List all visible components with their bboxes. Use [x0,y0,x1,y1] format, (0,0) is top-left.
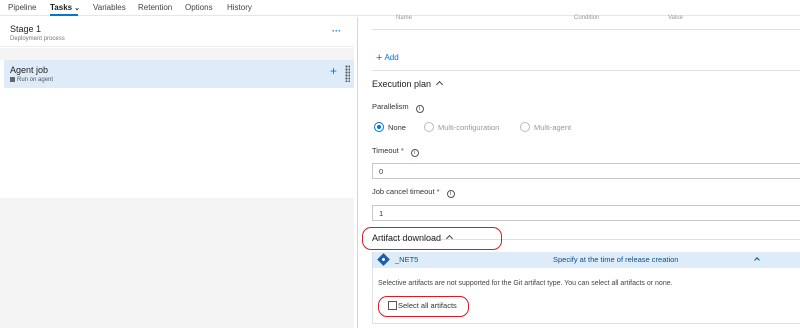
artifact-row[interactable]: _NET5 Specify at the time of release cre… [372,252,800,268]
left-pane-footer [0,198,354,328]
add-button[interactable]: + Add [376,52,399,64]
info-icon[interactable]: i [410,149,419,157]
chevron-up-icon[interactable] [754,257,760,263]
agent-job-item[interactable]: Agent job Run on agent + [4,60,354,88]
radio-circle [520,122,530,132]
variables-table-header: Name Condition Value [372,15,800,30]
server-icon [10,77,15,82]
active-tab-indicator [50,14,78,16]
left-pane: Stage 1 Deployment process ··· Agent job… [0,17,358,328]
execution-plan-title: Execution plan [372,79,432,89]
radio-none[interactable]: None [374,122,406,132]
artifact-name: _NET5 [395,255,419,264]
more-options-icon[interactable]: ··· [332,26,341,36]
artifact-note: Selective artifacts are not supported fo… [378,280,673,287]
timeout-label-text: Timeout [372,146,399,155]
required-mark: * [400,146,404,155]
add-task-icon[interactable]: + [330,64,337,78]
tab-variables[interactable]: Variables [93,3,126,12]
col-condition: Condition [574,15,600,21]
right-pane: Name Condition Value + Add Execution plan… [358,15,800,328]
chevron-down-icon: ⌄ [74,5,80,12]
drag-handle-icon[interactable] [345,65,350,82]
agent-job-subtitle: Run on agent [10,77,53,83]
tab-tasks[interactable]: Tasks ⌄ [50,3,80,12]
radio-none-label: None [388,123,406,132]
chevron-up-icon [436,80,444,89]
agent-job-subtitle-text: Run on agent [17,77,54,84]
timeout-input[interactable]: 0 [372,163,800,179]
job-cancel-timeout-label-text: Job cancel timeout [372,187,435,196]
job-list-area [4,89,354,198]
col-name: Name [396,15,413,21]
stage-header[interactable]: Stage 1 Deployment process ··· [0,17,354,47]
artifact-spec: Specify at the time of release creation [553,255,679,264]
git-icon [377,253,390,266]
top-nav: Pipeline Tasks ⌄ Variables Retention Opti… [0,0,800,16]
annotation-oval-select-all [378,296,469,317]
agent-job-title: Agent job [10,65,49,75]
timeout-label: Timeout * i [372,146,419,157]
tab-retention[interactable]: Retention [138,3,172,12]
parallelism-label: Parallelism i [372,102,424,113]
stage-subtitle: Deployment process [10,36,65,42]
stage-title: Stage 1 [10,24,42,34]
tab-options[interactable]: Options [185,3,213,12]
required-mark: * [436,187,440,196]
tab-pipeline[interactable]: Pipeline [8,3,36,12]
tab-history[interactable]: History [227,3,252,12]
info-icon[interactable]: i [415,105,424,113]
radio-multi-agent[interactable]: Multi-agent [520,122,571,132]
radio-circle [424,122,434,132]
info-icon[interactable]: i [446,190,455,198]
execution-plan-header[interactable]: Execution plan [372,79,444,89]
job-cancel-timeout-label: Job cancel timeout * i [372,187,455,198]
parallelism-label-text: Parallelism [372,102,409,111]
tab-tasks-label: Tasks [50,3,73,12]
add-label: Add [384,53,399,62]
stage-gap [0,48,354,60]
job-cancel-timeout-input[interactable]: 1 [372,205,800,221]
radio-multi-configuration-label: Multi-configuration [438,123,500,132]
radio-circle [374,122,384,132]
col-value: Value [668,15,683,21]
section-divider [372,70,800,71]
radio-multi-configuration[interactable]: Multi-configuration [424,122,499,132]
plus-icon: + [376,52,383,64]
annotation-oval-artifact-download [362,227,502,250]
radio-multi-agent-label: Multi-agent [534,123,572,132]
